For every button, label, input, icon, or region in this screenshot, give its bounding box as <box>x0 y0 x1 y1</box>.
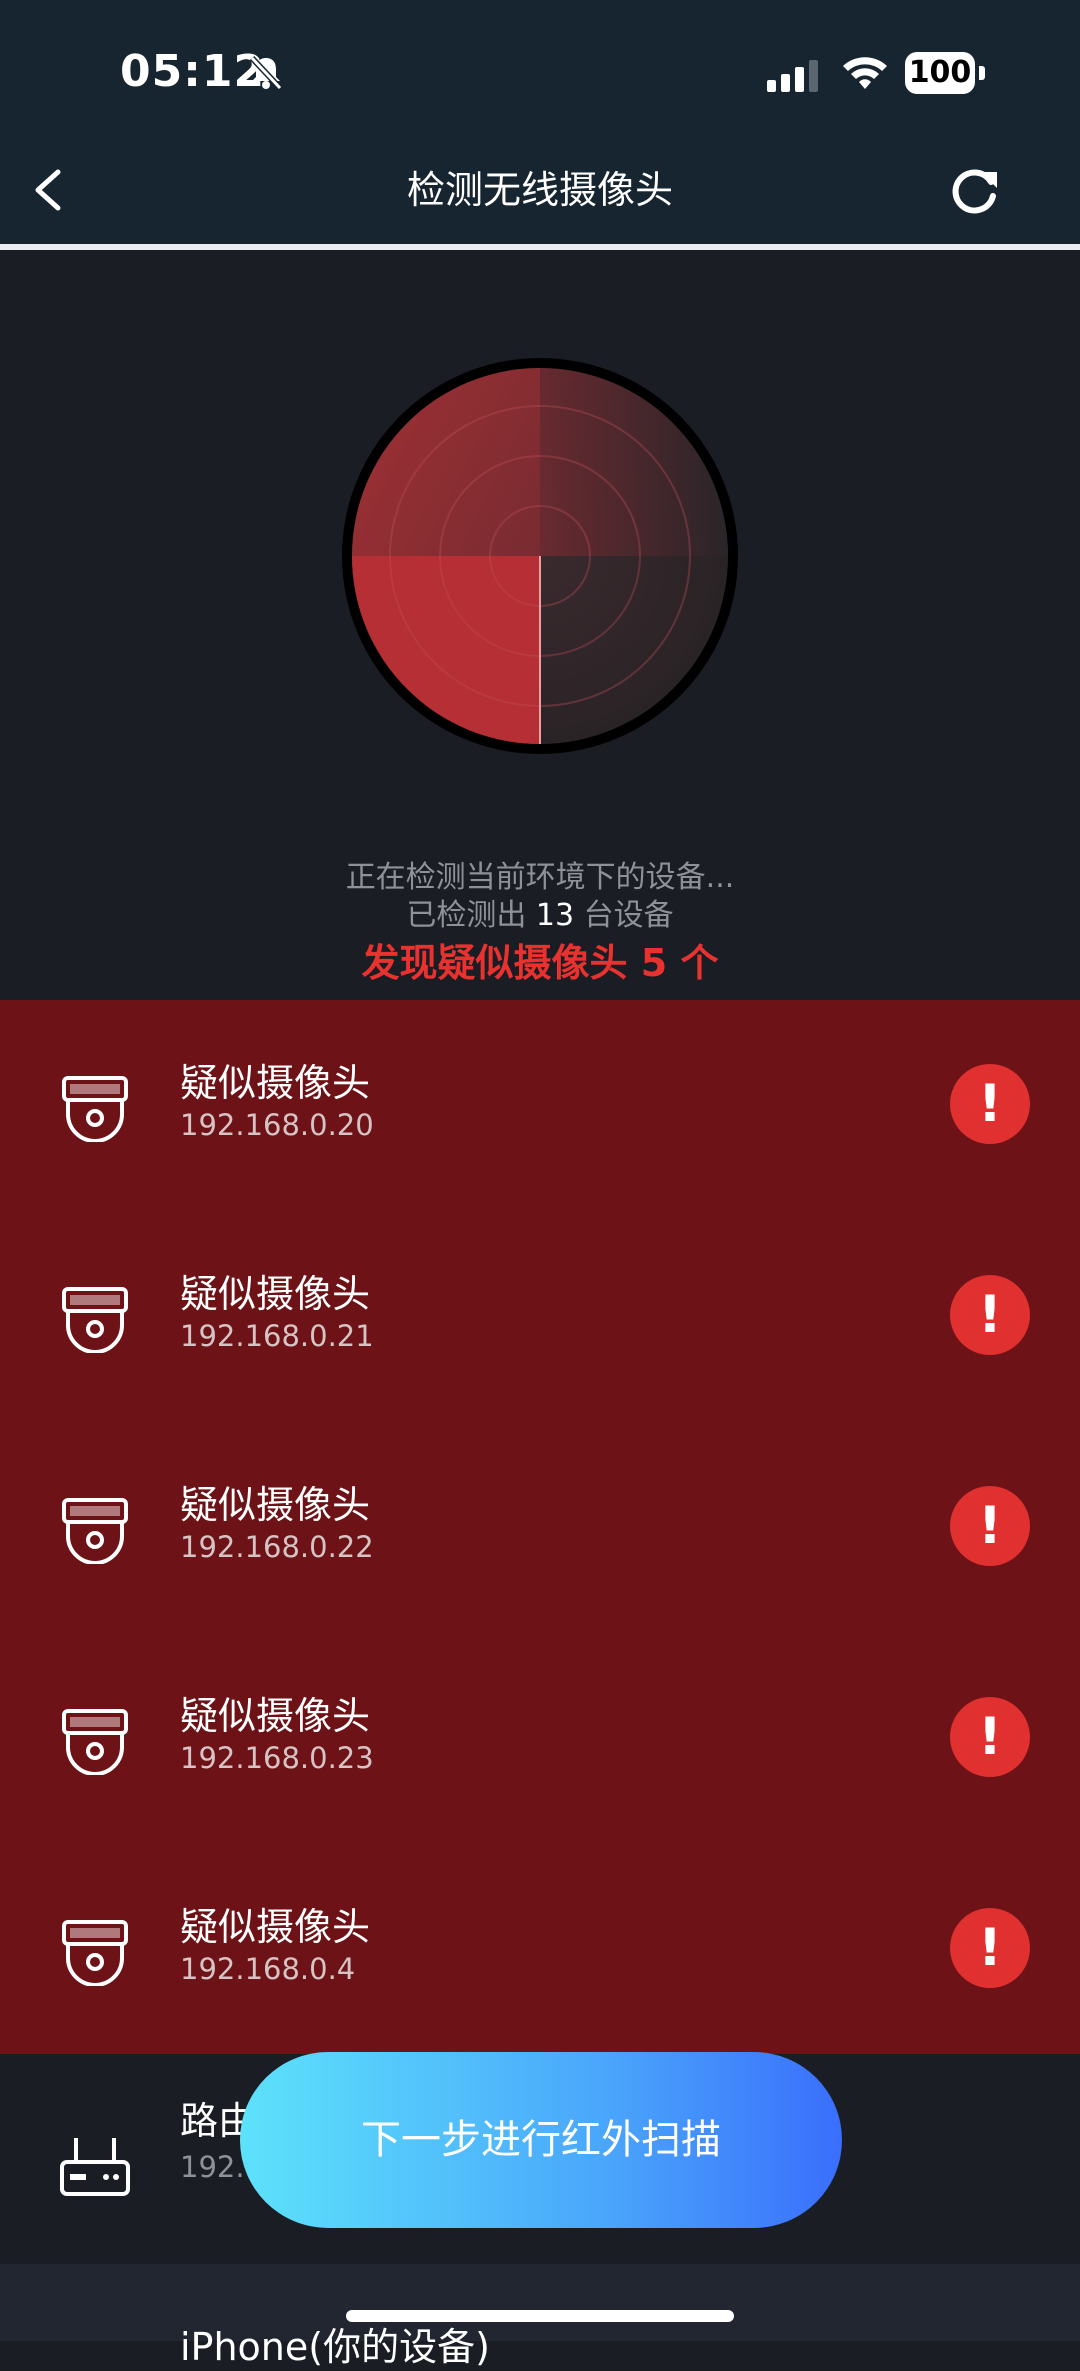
camera-name: 疑似摄像头 <box>180 1272 371 1316</box>
camera-name: 疑似摄像头 <box>180 1483 371 1527</box>
dome-camera-icon <box>62 1709 128 1775</box>
suspected-camera-alert: 发现疑似摄像头 5 个 <box>361 941 719 985</box>
warning-icon: ! <box>950 1908 1030 1988</box>
warning-icon: ! <box>950 1064 1030 1144</box>
battery-tip <box>979 66 985 80</box>
camera-ip: 192.168.0.20 <box>180 1108 374 1142</box>
router-icon <box>60 2138 130 2196</box>
bell-muted-icon <box>249 55 283 91</box>
wifi-icon <box>843 57 887 89</box>
radar-scanner <box>342 358 738 754</box>
status-time: 05:12 <box>120 46 266 97</box>
cellular-signal-icon <box>767 60 818 92</box>
camera-name: 疑似摄像头 <box>180 1905 371 1949</box>
refresh-icon[interactable] <box>945 160 1005 220</box>
warning-icon: ! <box>950 1697 1030 1777</box>
device-count-line: 已检测出 13 台设备 <box>0 890 1080 934</box>
list-item[interactable]: 疑似摄像头 192.168.0.20 ! <box>0 1000 1080 1211</box>
list-item[interactable]: 疑似摄像头 192.168.0.22 ! <box>0 1422 1080 1633</box>
list-item[interactable]: 疑似摄像头 192.168.0.4 ! <box>0 1844 1080 2055</box>
list-item-iphone[interactable]: iPhone(你的设备) <box>0 2264 1080 2369</box>
battery-level: 100 <box>905 52 975 94</box>
warning-icon: ! <box>950 1486 1030 1566</box>
camera-name: 疑似摄像头 <box>180 1694 371 1738</box>
camera-ip: 192.168.0.23 <box>180 1741 374 1775</box>
dome-camera-icon <box>62 1498 128 1564</box>
dome-camera-icon <box>62 1920 128 1986</box>
home-indicator <box>346 2310 734 2322</box>
dome-camera-icon <box>62 1287 128 1353</box>
warning-icon: ! <box>950 1275 1030 1355</box>
list-item[interactable]: 疑似摄像头 192.168.0.23 ! <box>0 1633 1080 1844</box>
camera-ip: 192.168.0.4 <box>180 1952 356 1986</box>
camera-ip: 192.168.0.21 <box>180 1319 374 1353</box>
count-suffix: 台设备 <box>583 898 674 933</box>
list-item[interactable]: 疑似摄像头 192.168.0.21 ! <box>0 1211 1080 1422</box>
camera-ip: 192.168.0.22 <box>180 1530 374 1564</box>
camera-name: 疑似摄像头 <box>180 1061 371 1105</box>
count-prefix: 已检测出 <box>406 898 527 933</box>
device-count: 13 <box>535 898 575 933</box>
infrared-scan-button[interactable]: 下一步进行红外扫描 <box>240 2052 842 2228</box>
battery-indicator: 100 <box>905 52 985 94</box>
nav-divider <box>0 244 1080 250</box>
dome-camera-icon <box>62 1076 128 1142</box>
page-title: 检测无线摄像头 <box>406 168 673 212</box>
suspected-camera-list: 疑似摄像头 192.168.0.20 ! 疑似摄像头 192.168.0.21 … <box>0 1000 1080 2054</box>
device-name: iPhone(你的设备) <box>180 2325 490 2369</box>
